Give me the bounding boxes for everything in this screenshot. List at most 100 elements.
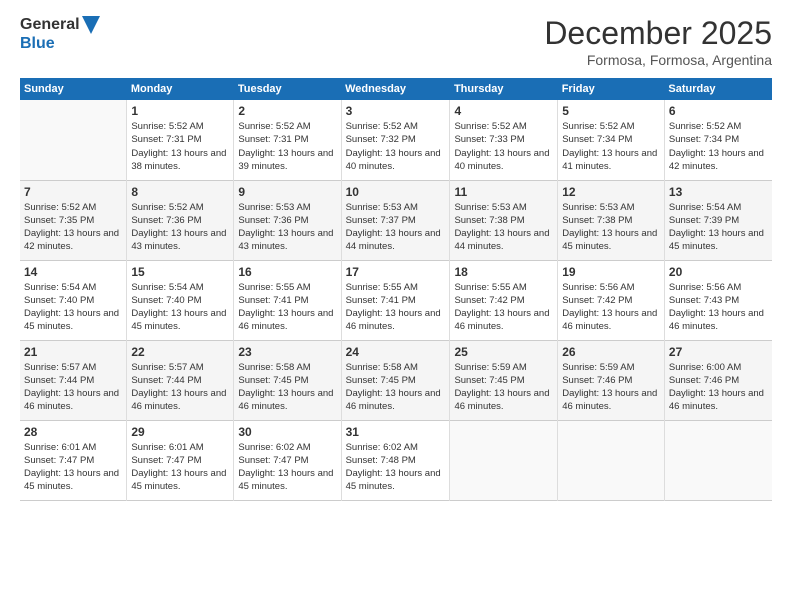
calendar-cell	[20, 100, 127, 180]
calendar-cell: 30 Sunrise: 6:02 AMSunset: 7:47 PMDaylig…	[234, 420, 341, 500]
location: Formosa, Formosa, Argentina	[544, 52, 772, 68]
day-number: 21	[24, 345, 122, 359]
cell-info: Sunrise: 5:54 AMSunset: 7:40 PMDaylight:…	[24, 281, 122, 334]
calendar-cell: 2 Sunrise: 5:52 AMSunset: 7:31 PMDayligh…	[234, 100, 341, 180]
cell-info: Sunrise: 6:02 AMSunset: 7:47 PMDaylight:…	[238, 441, 336, 494]
cell-info: Sunrise: 5:57 AMSunset: 7:44 PMDaylight:…	[24, 361, 122, 414]
col-thursday: Thursday	[450, 78, 558, 100]
col-wednesday: Wednesday	[341, 78, 450, 100]
calendar-week-row: 28 Sunrise: 6:01 AMSunset: 7:47 PMDaylig…	[20, 420, 772, 500]
calendar-week-row: 7 Sunrise: 5:52 AMSunset: 7:35 PMDayligh…	[20, 180, 772, 260]
cell-info: Sunrise: 5:52 AMSunset: 7:34 PMDaylight:…	[669, 120, 768, 173]
day-number: 9	[238, 185, 336, 199]
cell-info: Sunrise: 5:52 AMSunset: 7:32 PMDaylight:…	[346, 120, 446, 173]
calendar-cell: 1 Sunrise: 5:52 AMSunset: 7:31 PMDayligh…	[127, 100, 234, 180]
cell-info: Sunrise: 5:52 AMSunset: 7:36 PMDaylight:…	[131, 201, 229, 254]
day-number: 2	[238, 104, 336, 118]
day-number: 5	[562, 104, 660, 118]
calendar-cell: 31 Sunrise: 6:02 AMSunset: 7:48 PMDaylig…	[341, 420, 450, 500]
cell-info: Sunrise: 5:52 AMSunset: 7:35 PMDaylight:…	[24, 201, 122, 254]
calendar-table: Sunday Monday Tuesday Wednesday Thursday…	[20, 78, 772, 501]
calendar-cell: 4 Sunrise: 5:52 AMSunset: 7:33 PMDayligh…	[450, 100, 558, 180]
day-number: 3	[346, 104, 446, 118]
calendar-cell: 15 Sunrise: 5:54 AMSunset: 7:40 PMDaylig…	[127, 260, 234, 340]
page-header: General Blue December 2025 Formosa, Form…	[20, 15, 772, 68]
calendar-cell: 7 Sunrise: 5:52 AMSunset: 7:35 PMDayligh…	[20, 180, 127, 260]
calendar-cell: 9 Sunrise: 5:53 AMSunset: 7:36 PMDayligh…	[234, 180, 341, 260]
calendar-page: General Blue December 2025 Formosa, Form…	[0, 0, 792, 612]
day-number: 4	[454, 104, 553, 118]
day-number: 10	[346, 185, 446, 199]
day-number: 27	[669, 345, 768, 359]
header-row: Sunday Monday Tuesday Wednesday Thursday…	[20, 78, 772, 100]
calendar-cell: 24 Sunrise: 5:58 AMSunset: 7:45 PMDaylig…	[341, 340, 450, 420]
calendar-cell: 11 Sunrise: 5:53 AMSunset: 7:38 PMDaylig…	[450, 180, 558, 260]
day-number: 15	[131, 265, 229, 279]
day-number: 28	[24, 425, 122, 439]
cell-info: Sunrise: 5:58 AMSunset: 7:45 PMDaylight:…	[346, 361, 446, 414]
col-monday: Monday	[127, 78, 234, 100]
calendar-cell: 16 Sunrise: 5:55 AMSunset: 7:41 PMDaylig…	[234, 260, 341, 340]
day-number: 26	[562, 345, 660, 359]
calendar-cell: 12 Sunrise: 5:53 AMSunset: 7:38 PMDaylig…	[558, 180, 665, 260]
cell-info: Sunrise: 5:55 AMSunset: 7:41 PMDaylight:…	[238, 281, 336, 334]
day-number: 16	[238, 265, 336, 279]
calendar-cell: 10 Sunrise: 5:53 AMSunset: 7:37 PMDaylig…	[341, 180, 450, 260]
calendar-cell: 19 Sunrise: 5:56 AMSunset: 7:42 PMDaylig…	[558, 260, 665, 340]
col-friday: Friday	[558, 78, 665, 100]
title-block: December 2025 Formosa, Formosa, Argentin…	[544, 15, 772, 68]
day-number: 20	[669, 265, 768, 279]
logo: General Blue	[20, 15, 100, 53]
calendar-cell: 14 Sunrise: 5:54 AMSunset: 7:40 PMDaylig…	[20, 260, 127, 340]
calendar-cell: 23 Sunrise: 5:58 AMSunset: 7:45 PMDaylig…	[234, 340, 341, 420]
cell-info: Sunrise: 5:52 AMSunset: 7:31 PMDaylight:…	[238, 120, 336, 173]
month-title: December 2025	[544, 15, 772, 52]
col-saturday: Saturday	[664, 78, 772, 100]
cell-info: Sunrise: 5:52 AMSunset: 7:34 PMDaylight:…	[562, 120, 660, 173]
calendar-cell: 29 Sunrise: 6:01 AMSunset: 7:47 PMDaylig…	[127, 420, 234, 500]
cell-info: Sunrise: 6:01 AMSunset: 7:47 PMDaylight:…	[131, 441, 229, 494]
day-number: 23	[238, 345, 336, 359]
col-tuesday: Tuesday	[234, 78, 341, 100]
day-number: 25	[454, 345, 553, 359]
calendar-cell: 18 Sunrise: 5:55 AMSunset: 7:42 PMDaylig…	[450, 260, 558, 340]
calendar-cell: 3 Sunrise: 5:52 AMSunset: 7:32 PMDayligh…	[341, 100, 450, 180]
cell-info: Sunrise: 5:54 AMSunset: 7:39 PMDaylight:…	[669, 201, 768, 254]
cell-info: Sunrise: 5:53 AMSunset: 7:36 PMDaylight:…	[238, 201, 336, 254]
calendar-cell: 28 Sunrise: 6:01 AMSunset: 7:47 PMDaylig…	[20, 420, 127, 500]
cell-info: Sunrise: 5:52 AMSunset: 7:33 PMDaylight:…	[454, 120, 553, 173]
cell-info: Sunrise: 6:02 AMSunset: 7:48 PMDaylight:…	[346, 441, 446, 494]
calendar-cell: 21 Sunrise: 5:57 AMSunset: 7:44 PMDaylig…	[20, 340, 127, 420]
cell-info: Sunrise: 5:57 AMSunset: 7:44 PMDaylight:…	[131, 361, 229, 414]
day-number: 1	[131, 104, 229, 118]
cell-info: Sunrise: 5:53 AMSunset: 7:37 PMDaylight:…	[346, 201, 446, 254]
calendar-cell: 20 Sunrise: 5:56 AMSunset: 7:43 PMDaylig…	[664, 260, 772, 340]
day-number: 6	[669, 104, 768, 118]
calendar-cell: 8 Sunrise: 5:52 AMSunset: 7:36 PMDayligh…	[127, 180, 234, 260]
cell-info: Sunrise: 5:52 AMSunset: 7:31 PMDaylight:…	[131, 120, 229, 173]
cell-info: Sunrise: 6:00 AMSunset: 7:46 PMDaylight:…	[669, 361, 768, 414]
day-number: 31	[346, 425, 446, 439]
cell-info: Sunrise: 5:53 AMSunset: 7:38 PMDaylight:…	[562, 201, 660, 254]
cell-info: Sunrise: 5:56 AMSunset: 7:42 PMDaylight:…	[562, 281, 660, 334]
day-number: 11	[454, 185, 553, 199]
day-number: 29	[131, 425, 229, 439]
cell-info: Sunrise: 5:59 AMSunset: 7:46 PMDaylight:…	[562, 361, 660, 414]
day-number: 13	[669, 185, 768, 199]
day-number: 24	[346, 345, 446, 359]
calendar-cell: 22 Sunrise: 5:57 AMSunset: 7:44 PMDaylig…	[127, 340, 234, 420]
calendar-cell: 25 Sunrise: 5:59 AMSunset: 7:45 PMDaylig…	[450, 340, 558, 420]
day-number: 12	[562, 185, 660, 199]
calendar-week-row: 21 Sunrise: 5:57 AMSunset: 7:44 PMDaylig…	[20, 340, 772, 420]
day-number: 8	[131, 185, 229, 199]
cell-info: Sunrise: 5:55 AMSunset: 7:41 PMDaylight:…	[346, 281, 446, 334]
calendar-cell	[450, 420, 558, 500]
calendar-cell: 27 Sunrise: 6:00 AMSunset: 7:46 PMDaylig…	[664, 340, 772, 420]
day-number: 30	[238, 425, 336, 439]
cell-info: Sunrise: 5:58 AMSunset: 7:45 PMDaylight:…	[238, 361, 336, 414]
calendar-cell: 6 Sunrise: 5:52 AMSunset: 7:34 PMDayligh…	[664, 100, 772, 180]
day-number: 22	[131, 345, 229, 359]
calendar-cell: 13 Sunrise: 5:54 AMSunset: 7:39 PMDaylig…	[664, 180, 772, 260]
day-number: 7	[24, 185, 122, 199]
calendar-cell	[558, 420, 665, 500]
